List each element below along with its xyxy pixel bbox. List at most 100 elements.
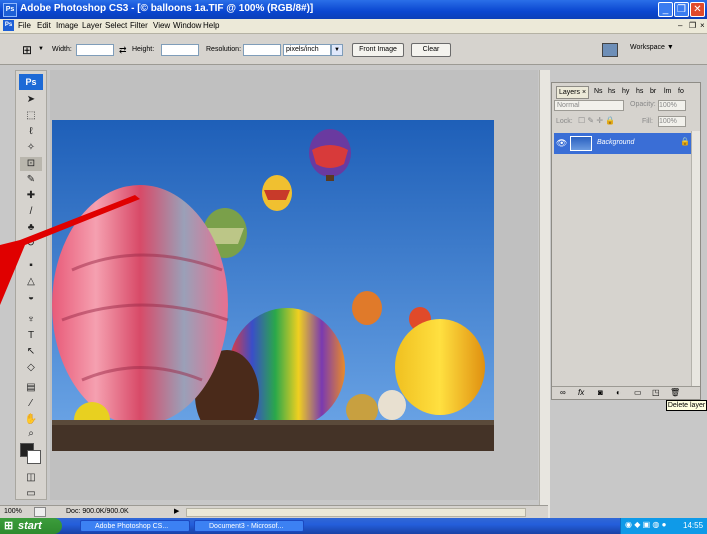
width-input[interactable] — [76, 44, 114, 56]
resolution-input[interactable] — [243, 44, 281, 56]
notes-tool-icon[interactable]: ▤ — [20, 381, 42, 395]
window-title: Adobe Photoshop CS3 - [© balloons 1a.TIF… — [20, 3, 314, 14]
blend-mode-select[interactable]: Normal — [554, 100, 624, 111]
layer-name[interactable]: Background — [597, 139, 634, 146]
status-bar: 100% Doc: 900.0K/900.0K ▶ — [0, 505, 548, 519]
opacity-label: Opacity: — [630, 101, 656, 108]
menu-layer[interactable]: Layer — [82, 20, 102, 32]
screen-mode-icon[interactable]: ▭ — [20, 487, 42, 501]
tab-history[interactable]: hy — [622, 86, 629, 97]
eye-visibility-icon[interactable]: 👁 — [556, 138, 567, 149]
lock-label: Lock: — [556, 118, 573, 125]
windows-logo-icon: ⊞ — [4, 520, 14, 532]
link-icon[interactable]: ∞ — [560, 388, 566, 397]
tab-layers[interactable]: Layers × — [556, 86, 590, 99]
magic-wand-tool-icon[interactable]: ✧ — [20, 141, 42, 155]
menu-filter[interactable]: Filter — [130, 20, 148, 32]
document-canvas-area — [0, 70, 538, 500]
lock-icon: 🔒 — [680, 137, 690, 146]
crop-tool-icon[interactable]: ⊡ — [20, 157, 42, 171]
layers-footer: ∞ fx ◙ ◐ ▭ ◳ 🗑 — [552, 386, 700, 400]
start-button[interactable]: ⊞ start — [0, 518, 62, 534]
menu-window[interactable]: Window — [173, 20, 201, 32]
maximize-button[interactable]: ❐ — [674, 2, 689, 17]
eyedropper-tool-icon[interactable]: ⁄ — [20, 397, 42, 411]
lasso-tool-icon[interactable]: ℓ — [20, 125, 42, 139]
title-bar: Ps Adobe Photoshop CS3 - [© balloons 1a.… — [0, 0, 707, 19]
layer-row-background[interactable]: 👁 Background 🔒 — [554, 133, 698, 154]
swap-dimensions-icon[interactable]: ⇄ — [119, 45, 127, 56]
fx-icon[interactable]: fx — [578, 388, 584, 397]
tab-layer-comps[interactable]: lm — [664, 86, 671, 97]
front-image-button[interactable]: Front Image — [352, 43, 404, 57]
tab-brushes[interactable]: br — [650, 86, 656, 97]
workspace-button[interactable]: Workspace ▼ — [630, 44, 674, 51]
quick-mask-icon[interactable]: ◫ — [20, 471, 42, 485]
minimize-button[interactable]: _ — [658, 2, 673, 17]
clock[interactable]: 14:55 — [683, 521, 703, 530]
tab-swatches[interactable]: hs — [636, 86, 643, 97]
fill-input[interactable]: 100% — [658, 116, 686, 127]
photoshop-app-icon[interactable]: Ps — [3, 3, 17, 17]
path-selection-tool-icon[interactable]: ↖ — [20, 345, 42, 359]
doc-minimize-button[interactable]: – — [678, 20, 682, 32]
background-color-swatch[interactable] — [27, 450, 41, 464]
menu-file[interactable]: File — [18, 20, 31, 32]
options-bar: ⊞ ▼ Width: ⇄ Height: Resolution: pixels/… — [0, 34, 707, 65]
hand-tool-icon[interactable]: ✋ — [20, 413, 42, 427]
fill-label: Fill: — [642, 118, 653, 125]
doc-restore-button[interactable]: ❐ — [689, 20, 696, 32]
close-button[interactable]: ✕ — [690, 2, 705, 17]
document-icon[interactable]: Ps — [3, 20, 14, 31]
menu-image[interactable]: Image — [56, 20, 78, 32]
start-label: start — [18, 520, 42, 532]
marquee-tool-icon[interactable]: ⬚ — [20, 109, 42, 123]
tooltip: Delete layer — [666, 400, 707, 411]
red-annotation-arrow — [0, 195, 140, 305]
system-tray: ◉ ◆ ▣ ◍ ● 14:55 — [620, 518, 707, 534]
layers-panel: Layers × Ns hs hy hs br lm fo Normal Opa… — [551, 82, 701, 400]
lock-icons[interactable]: ☐ ✎ ✛ 🔒 — [578, 116, 615, 125]
new-layer-icon[interactable]: ◳ — [652, 388, 660, 397]
chevron-down-icon[interactable]: ▼ — [38, 46, 44, 52]
zoom-level[interactable]: 100% — [4, 508, 22, 515]
document-horizontal-scrollbar[interactable] — [186, 508, 526, 517]
group-icon[interactable]: ▭ — [634, 388, 642, 397]
width-label: Width: — [52, 46, 72, 53]
document-size-info: Doc: 900.0K/900.0K — [66, 508, 129, 515]
height-input[interactable] — [161, 44, 199, 56]
tab-navigator[interactable]: Ns — [594, 86, 603, 97]
status-arrow-icon[interactable]: ▶ — [174, 507, 179, 515]
opacity-input[interactable]: 100% — [658, 100, 686, 111]
menu-help[interactable]: Help — [203, 20, 219, 32]
menu-view[interactable]: View — [153, 20, 170, 32]
adjustment-icon[interactable]: ◐ — [616, 388, 621, 397]
mask-icon[interactable]: ◙ — [598, 388, 603, 397]
clear-button[interactable]: Clear — [411, 43, 451, 57]
doc-close-button[interactable]: × — [700, 20, 705, 32]
status-menu-icon[interactable] — [34, 507, 46, 517]
taskbar-word-button[interactable]: Document3 - Microsof... — [194, 520, 304, 532]
units-dropdown-arrow-icon[interactable]: ▼ — [331, 44, 343, 56]
tab-histogram[interactable]: hs — [608, 86, 615, 97]
document-vertical-scrollbar[interactable] — [539, 70, 550, 518]
bridge-icon[interactable] — [602, 43, 618, 57]
resolution-units-select[interactable]: pixels/inch — [283, 44, 331, 56]
layers-scrollbar[interactable] — [691, 131, 700, 386]
crop-tool-preset-icon[interactable]: ⊞ — [22, 43, 32, 57]
move-tool-icon[interactable]: ➤ — [20, 93, 42, 107]
tab-fonts[interactable]: fo — [678, 86, 684, 97]
taskbar-photoshop-button[interactable]: Adobe Photoshop CS... — [80, 520, 190, 532]
taskbar: ⊞ start Adobe Photoshop CS... Document3 … — [0, 518, 707, 534]
height-label: Height: — [132, 46, 155, 53]
zoom-tool-icon[interactable]: ⌕ — [20, 427, 42, 441]
menu-select[interactable]: Select — [105, 20, 127, 32]
photoshop-logo[interactable]: Ps — [19, 74, 43, 90]
tray-icons[interactable]: ◉ ◆ ▣ ◍ ● — [625, 520, 666, 529]
resolution-label: Resolution: — [206, 46, 242, 53]
menu-edit[interactable]: Edit — [37, 20, 51, 32]
menu-bar: Ps File Edit Image Layer Select Filter V… — [0, 19, 707, 34]
layer-thumbnail — [570, 136, 592, 151]
trash-icon[interactable]: 🗑 — [670, 388, 680, 397]
shape-tool-icon[interactable]: ◇ — [20, 361, 42, 375]
